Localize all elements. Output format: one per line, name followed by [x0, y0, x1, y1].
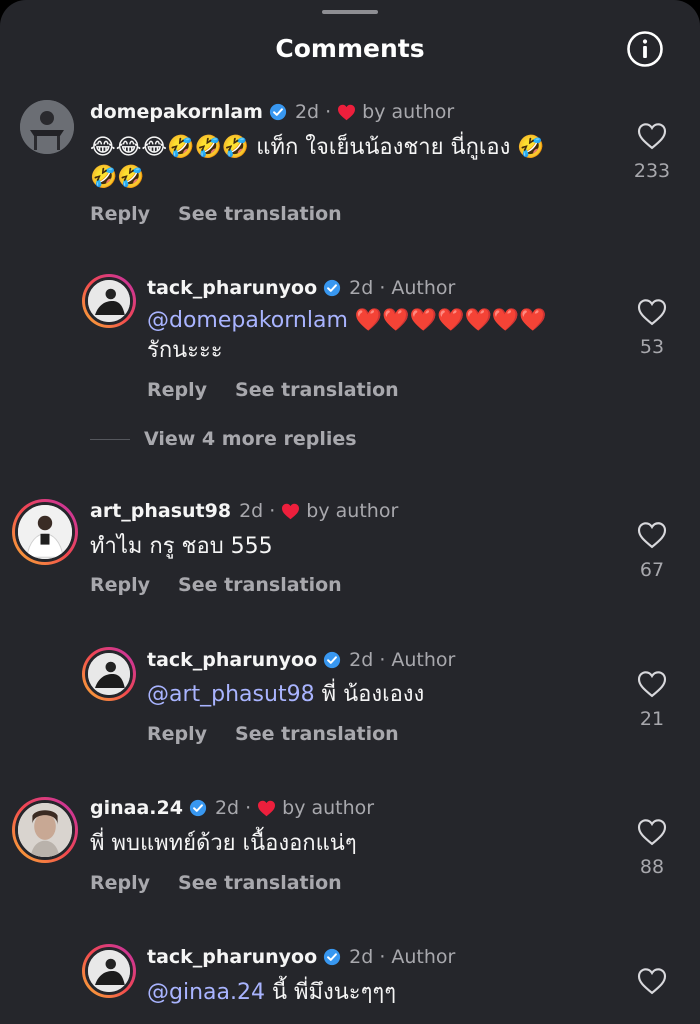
avatar-photo — [88, 950, 130, 992]
separator-dot: · — [379, 946, 386, 968]
heart-outline-icon[interactable] — [637, 967, 667, 995]
author-label: Author — [391, 946, 456, 968]
comment-header: tack_pharunyoo 2d · Author — [147, 943, 455, 971]
avatar[interactable] — [82, 944, 136, 998]
username[interactable]: tack_pharunyoo — [147, 946, 317, 968]
comments-sheet: Comments domepakornlam 2d · by author 😂😂… — [0, 0, 700, 1024]
reply-item: tack_pharunyoo 2d · Author @ginaa.24 นี้… — [0, 0, 700, 1024]
comment-body: นี้ พี่มึงนะๆๆๆ — [271, 980, 397, 1005]
comment-text: @ginaa.24 นี้ พี่มึงนะๆๆๆ — [147, 978, 617, 1008]
like-control — [628, 967, 676, 995]
mention-link[interactable]: @ginaa.24 — [147, 980, 265, 1005]
timestamp: 2d — [349, 946, 374, 968]
verified-badge-icon — [324, 948, 341, 966]
